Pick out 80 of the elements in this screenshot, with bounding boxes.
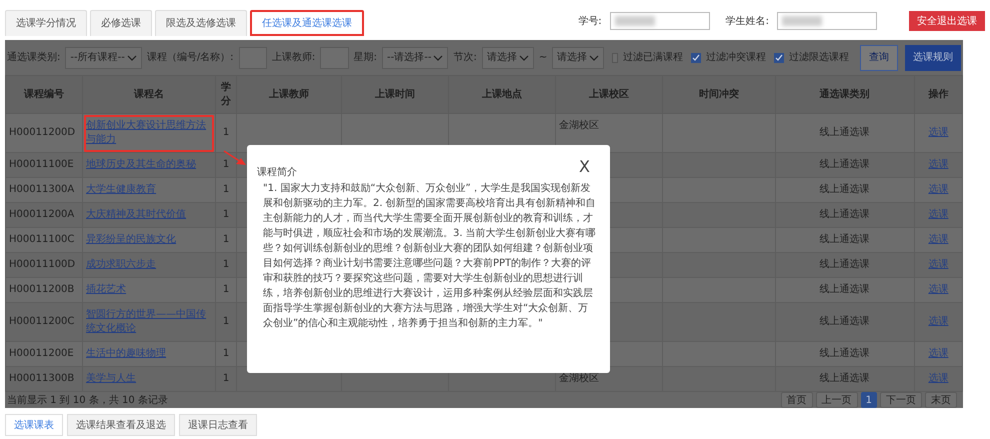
category-text: 线上通选课 — [820, 184, 870, 195]
credit-value: 1 — [222, 259, 230, 270]
field-label: 学号: — [578, 14, 602, 28]
category-text: 线上通选课 — [820, 316, 870, 327]
tab[interactable]: 选课课表 — [5, 414, 63, 436]
range-separator: ~ — [538, 51, 548, 65]
campus-text: 金湖校区 — [559, 120, 600, 131]
checkbox[interactable] — [774, 52, 784, 62]
field-label: 上课教师: — [272, 50, 316, 65]
course-code: H00011200E — [9, 348, 74, 359]
category-text: 线上通选课 — [820, 234, 870, 245]
tab[interactable]: 退课日志查看 — [179, 414, 257, 436]
category-text: 线上通选课 — [820, 209, 870, 220]
select-field[interactable]: --请选择-- — [382, 46, 448, 68]
checkbox-label: 过滤限选课程 — [789, 50, 849, 65]
rules-button[interactable]: 选课规则 — [905, 44, 961, 70]
select-field[interactable]: 请选择 — [482, 46, 534, 68]
page-button[interactable]: 下一页 — [880, 392, 922, 408]
blurred-value — [782, 16, 822, 26]
credit-value: 1 — [222, 348, 230, 359]
credit-value: 1 — [222, 127, 230, 138]
field-label: 节次: — [453, 50, 477, 65]
record-summary: 当前显示 1 到 10 条，共 10 条记录 — [7, 394, 168, 408]
credit-value: 1 — [222, 316, 230, 327]
tab[interactable]: 选课结果查看及退选 — [67, 414, 175, 436]
course-code: H00011100E — [9, 159, 74, 170]
checkbox-label: 过滤冲突课程 — [706, 50, 766, 65]
category-text: 线上通选课 — [820, 348, 870, 359]
field-label: 星期: — [354, 50, 378, 65]
page-button[interactable]: 末页 — [925, 392, 957, 408]
checkbox-label: 过滤已满课程 — [623, 50, 683, 65]
checkbox[interactable] — [691, 52, 701, 62]
course-code: H00011100D — [9, 259, 76, 270]
tab[interactable]: 必修选课 — [90, 10, 152, 36]
course-code: H00011300B — [9, 373, 74, 384]
input-field[interactable] — [777, 12, 877, 30]
page-button[interactable]: 1 — [860, 392, 877, 408]
category-text: 线上通选课 — [820, 127, 870, 138]
arrow-annotation — [223, 150, 247, 166]
credit-value: 1 — [222, 373, 230, 384]
field-label: 课程（编号/名称）: — [146, 50, 234, 65]
credit-value: 1 — [222, 184, 230, 195]
chevron-down-icon — [518, 54, 529, 60]
page-button[interactable]: 首页 — [780, 392, 813, 408]
course-code: H00011100C — [9, 234, 74, 245]
select-field[interactable]: --所有课程-- — [65, 46, 142, 68]
select-field[interactable]: 请选择 — [552, 46, 604, 68]
credit-value: 1 — [222, 234, 230, 245]
query-button[interactable]: 查询 — [860, 44, 898, 70]
field-label: 通选课类别: — [7, 50, 60, 65]
course-link[interactable]: 创新创业大赛设计思维方法与能力 — [86, 119, 212, 147]
chevron-down-icon — [126, 54, 137, 60]
category-text: 线上通选课 — [820, 159, 870, 170]
blurred-value — [614, 16, 655, 26]
chevron-down-icon — [433, 54, 444, 60]
tab[interactable]: 选课学分情况 — [5, 10, 87, 36]
course-code: H00011300A — [9, 184, 74, 195]
campus-text: 金湖校区 — [559, 373, 600, 384]
credit-value: 1 — [222, 159, 230, 170]
category-text: 线上通选课 — [820, 373, 870, 384]
course-code: H00011200A — [9, 209, 74, 220]
dialog-title: 课程简介 — [257, 166, 297, 180]
course-code: H00011200B — [9, 284, 74, 295]
close-button[interactable]: X — [579, 159, 590, 175]
course-code: H00011200D — [9, 127, 76, 138]
tab[interactable]: 限选及选修选课 — [155, 10, 247, 36]
category-text: 线上通选课 — [820, 259, 870, 270]
course-description: "1. 国家大力支持和鼓励“大众创新、万众创业”，大学生是我国实现创新发展和创新驱动的主力军。2. 创新型的国家需要高校培育出具有创新精神和自主创新能力的人才，而当代大学生需要全面开展创新创业的教育和训练，才能与时俱进，顺应社会和市场的发展潮流。3. 当前大学生创新创业大赛有哪些？如何训练创新创业的思维？创新创业大赛的团队如何组建？创新创业项目如何选择？商业计划书需要注意哪些问题？大赛前PPT的制作？大赛的评审和获胜的技巧？要探究这些问题，需要对大学生创新创业的思想进行训练，培养创新创业的思维进行大赛设计，运用多种案例从经验层面和实践层面指导学生掌握创新创业的大赛方法与思路，增强大学生对“大众创新、万众创业”的信心和主观能动性，培养勇于担当和创新的主力军。" — [262, 182, 597, 331]
tab[interactable]: 任选课及通选课选课 — [250, 10, 364, 36]
column-header: 课程编号 — [6, 76, 83, 114]
logout-button[interactable]: 安全退出选课 — [909, 11, 985, 31]
field-label: 学生姓名: — [726, 14, 769, 28]
checkbox[interactable] — [612, 52, 618, 62]
input-field[interactable] — [610, 12, 710, 30]
chevron-down-icon — [589, 54, 600, 60]
page-button[interactable]: 上一页 — [816, 392, 858, 408]
category-text: 线上通选课 — [820, 284, 870, 295]
credit-value: 1 — [222, 284, 230, 295]
course-code: H00011200C — [9, 316, 74, 327]
credit-value: 1 — [222, 209, 230, 220]
